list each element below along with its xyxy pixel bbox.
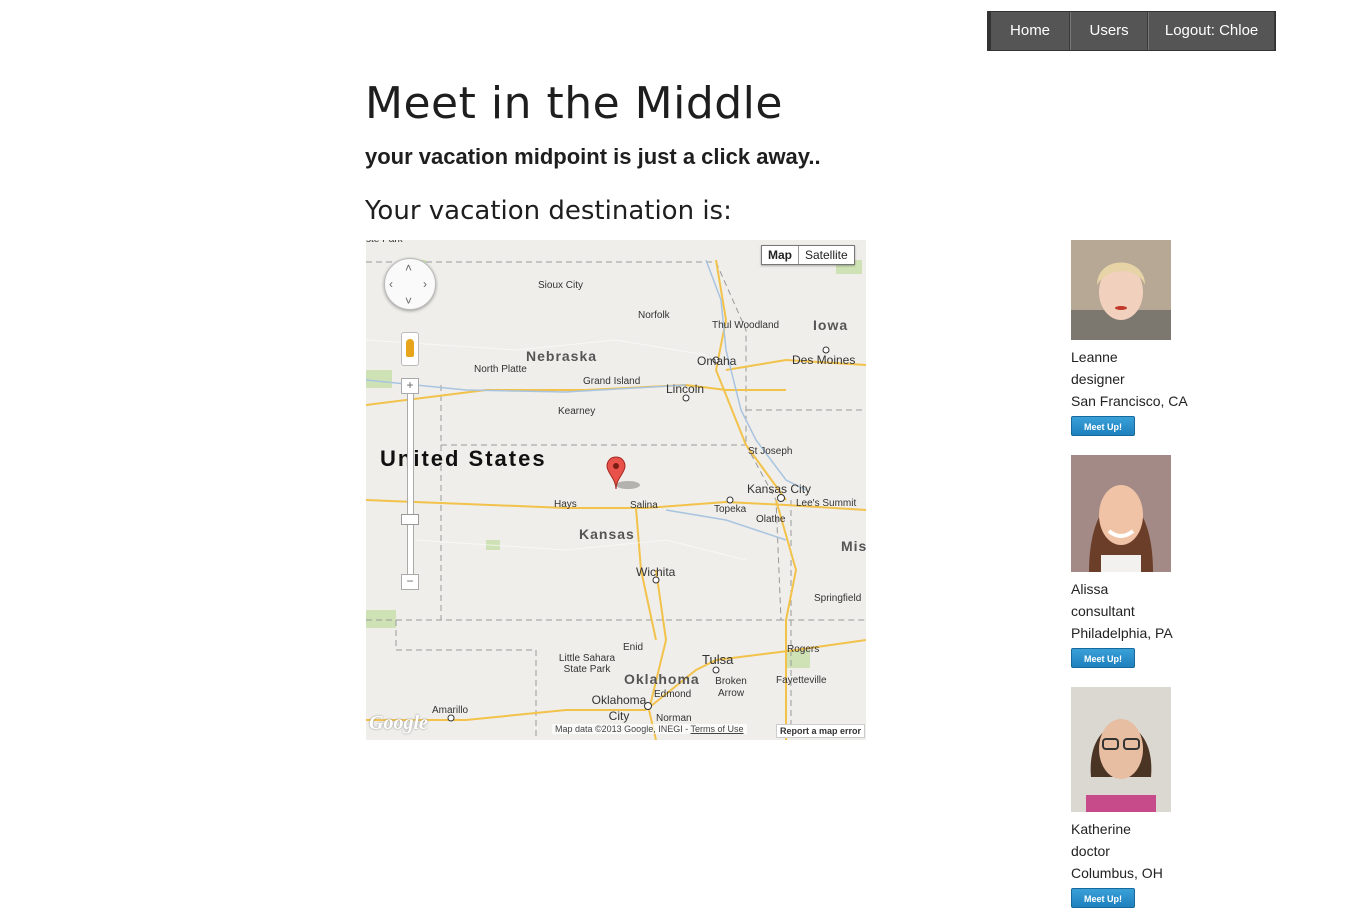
pan-control[interactable]: ˄ ˅ ‹ › — [384, 258, 436, 310]
nav-home-link[interactable]: Home — [988, 12, 1071, 50]
street-view-pegman-icon[interactable] — [401, 332, 419, 366]
nav-users-link[interactable]: Users — [1070, 12, 1149, 50]
google-logo[interactable]: Google — [369, 712, 428, 735]
zoom-in-button[interactable]: + — [401, 378, 419, 394]
report-map-error-link[interactable]: Report a map error — [776, 724, 866, 738]
map-city-label: Olathe — [756, 514, 786, 525]
meet-up-button[interactable]: Meet Up! — [1071, 888, 1135, 908]
page-subtitle: your vacation midpoint is just a click a… — [365, 144, 821, 169]
destination-marker-icon[interactable] — [606, 455, 642, 495]
zoom-out-button[interactable]: − — [401, 574, 419, 590]
map-city-label: St Joseph — [748, 446, 793, 457]
map-city-label: Oklahoma City — [591, 693, 647, 723]
terms-of-use-link[interactable]: Terms of Use — [691, 724, 744, 734]
map-city-label: Kansas City — [747, 482, 812, 496]
map-city-label: Lincoln — [666, 382, 705, 396]
user-location: San Francisco, CA — [1071, 393, 1188, 409]
pan-up-icon[interactable]: ˄ — [405, 262, 412, 274]
user-name: Leanne — [1071, 349, 1118, 365]
map-state-label: Kansas — [579, 526, 635, 542]
user-job: designer — [1071, 371, 1125, 387]
user-avatar — [1071, 240, 1171, 340]
map-view[interactable]: ste Park Sioux City Norfolk Thul Woodlan… — [366, 240, 866, 740]
map-type-control: Map Satellite — [761, 245, 855, 265]
map-city-label: Springfield — [814, 593, 862, 604]
map-city-label: Fayetteville — [776, 675, 827, 686]
user-location: Columbus, OH — [1071, 865, 1163, 881]
user-location: Philadelphia, PA — [1071, 625, 1173, 641]
top-nav: Home Users Logout: Chloe — [987, 11, 1276, 51]
map-city-label: North Platte — [474, 364, 527, 375]
map-city-label: Broken Arrow — [715, 676, 747, 699]
zoom-slider-track[interactable] — [407, 386, 414, 582]
map-city-label: Little Sahara State Park — [558, 653, 616, 675]
map-city-label: Wichita — [636, 565, 676, 579]
map-type-map-button[interactable]: Map — [762, 246, 799, 264]
pan-right-icon[interactable]: › — [423, 278, 427, 290]
map-city-label: Topeka — [714, 504, 747, 515]
map-city-label: Omaha — [697, 354, 737, 368]
map-state-label: Nebraska — [526, 348, 598, 364]
map-attribution: Map data ©2013 Google, INEGI - Terms of … — [552, 724, 747, 734]
map-city-label: Rogers — [787, 644, 820, 655]
map-city-label: Tulsa — [702, 652, 734, 667]
page-title: Meet in the Middle — [365, 78, 783, 129]
user-card: Katherine doctor Columbus, OH Meet Up! — [1071, 687, 1171, 908]
pan-down-icon[interactable]: ˅ — [405, 295, 412, 307]
map-state-label: Oklahoma — [624, 671, 700, 687]
map-city-label: Sioux City — [538, 280, 584, 291]
meet-up-button[interactable]: Meet Up! — [1071, 416, 1135, 436]
map-country-label: United States — [380, 446, 547, 471]
user-name: Katherine — [1071, 821, 1131, 837]
map-city-label: Edmond — [654, 689, 692, 700]
map-type-satellite-button[interactable]: Satellite — [799, 246, 854, 264]
user-job: doctor — [1071, 843, 1110, 859]
user-avatar — [1071, 687, 1171, 812]
map-city-label: Salina — [630, 500, 658, 511]
zoom-slider-handle[interactable] — [401, 514, 419, 525]
pan-left-icon[interactable]: ‹ — [389, 278, 393, 290]
map-city-label: Des Moines — [792, 353, 856, 367]
map-city-label: Enid — [623, 642, 644, 653]
map-city-label: Kearney — [558, 406, 596, 417]
user-avatar — [1071, 455, 1171, 572]
user-name: Alissa — [1071, 581, 1109, 597]
destination-heading: Your vacation destination is: — [365, 196, 732, 226]
map-state-label: Iowa — [813, 317, 849, 333]
user-card: Alissa consultant Philadelphia, PA Meet … — [1071, 455, 1173, 668]
map-city-label: Grand Island — [583, 376, 641, 387]
map-city-label: Thul Woodland — [712, 320, 780, 331]
map-city-label: Lee's Summit — [796, 498, 857, 509]
user-job: consultant — [1071, 603, 1135, 619]
user-card: Leanne designer San Francisco, CA Meet U… — [1071, 240, 1188, 436]
map-city-label: Amarillo — [432, 705, 469, 716]
map-city-label: Hays — [554, 499, 577, 510]
meet-up-button[interactable]: Meet Up! — [1071, 648, 1135, 668]
map-city-label: Norfolk — [638, 310, 670, 321]
nav-logout-link[interactable]: Logout: Chloe — [1148, 12, 1275, 50]
map-state-label: Mis — [841, 538, 866, 554]
map-city-label: Norman — [656, 713, 692, 724]
